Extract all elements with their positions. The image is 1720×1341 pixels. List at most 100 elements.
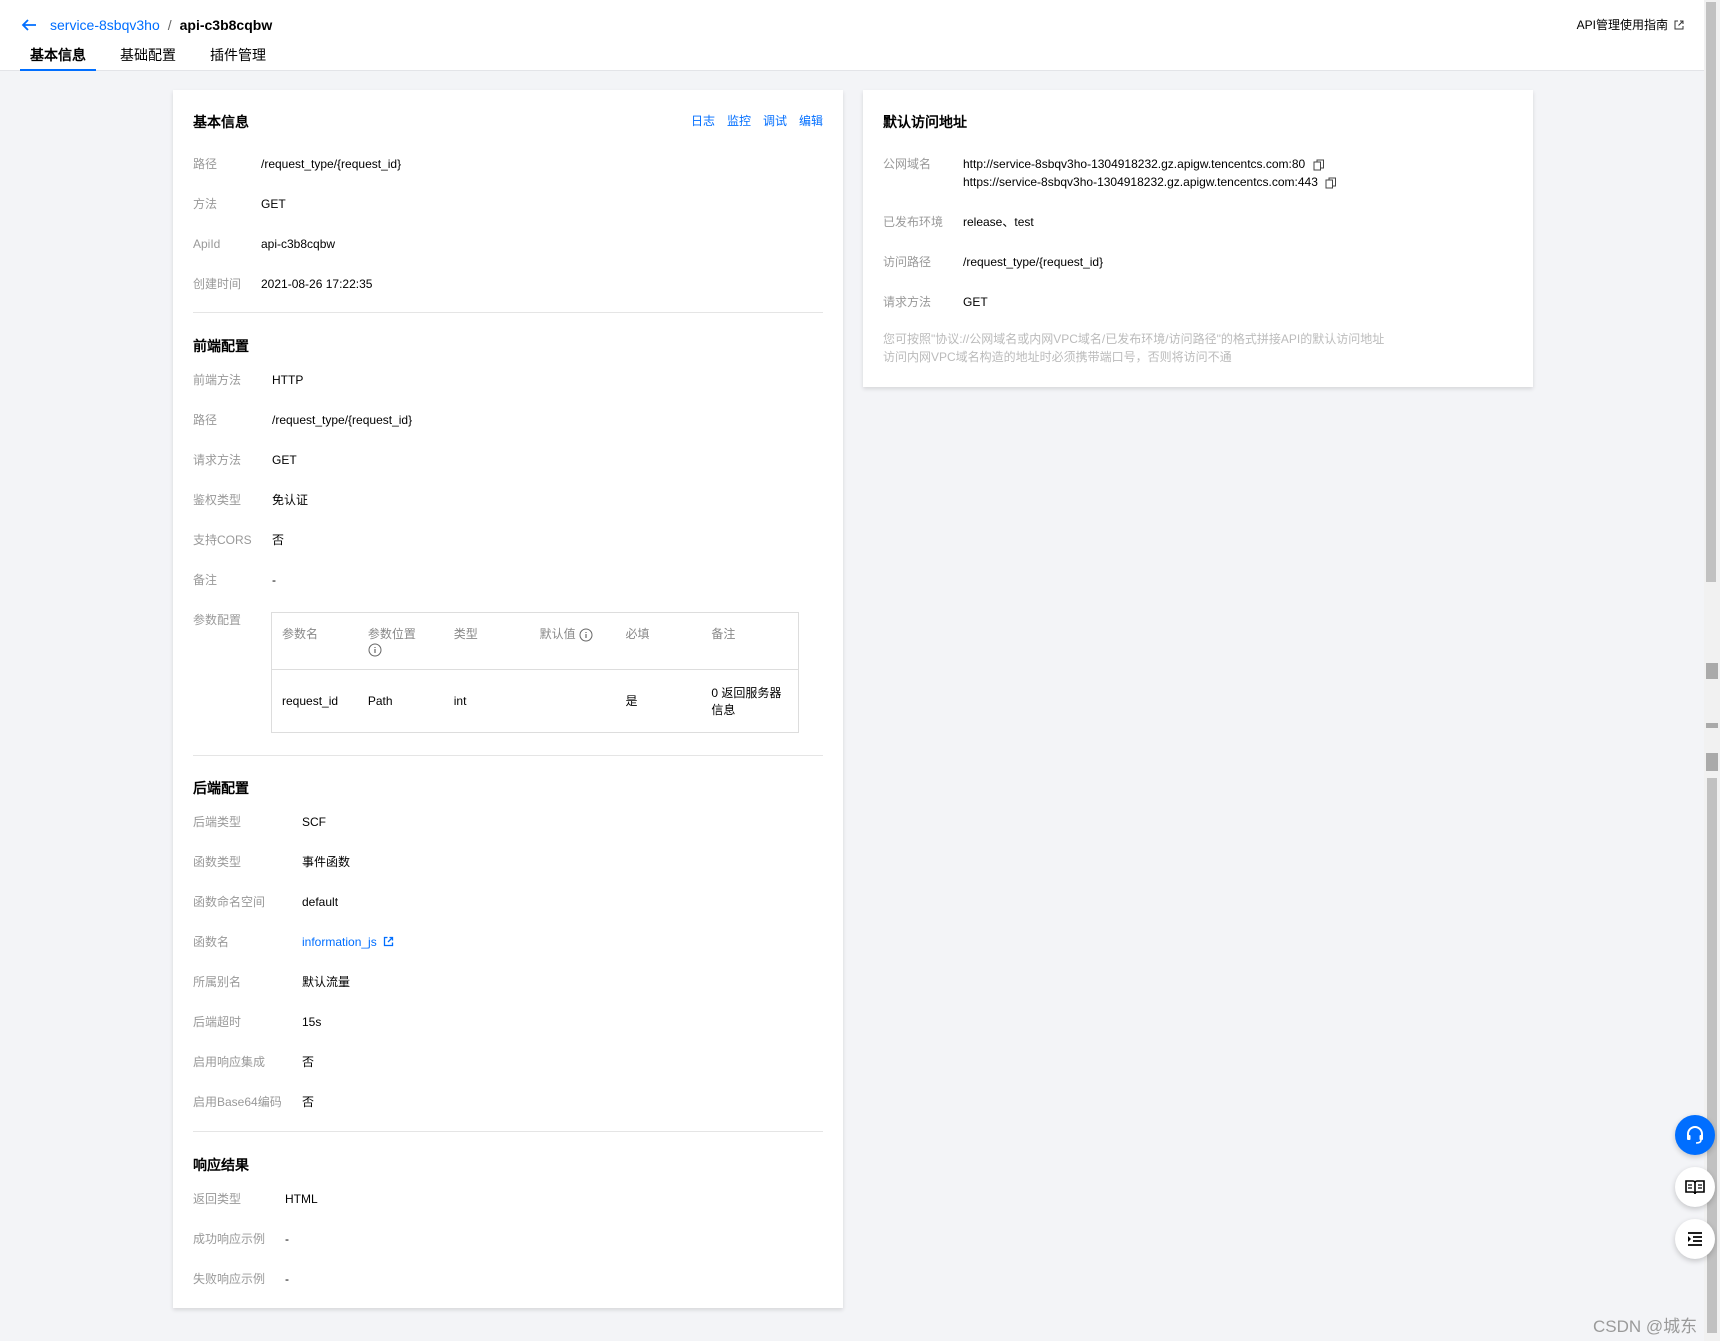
info-value: - — [285, 1272, 289, 1286]
tab-bar: 基本信息 基础配置 插件管理 — [20, 44, 290, 71]
function-name-text: information_js — [302, 935, 377, 949]
hint-line: 访问内网VPC域名构造的地址时必须携带端口号，否则将访问不通 — [883, 350, 1232, 364]
divider — [193, 755, 823, 756]
info-value: 否 — [272, 533, 285, 547]
domain-item: http://service-8sbqv3ho-1304918232.gz.ap… — [963, 156, 1337, 174]
info-value: default — [302, 895, 339, 909]
info-icon[interactable] — [579, 628, 593, 642]
info-label: 方法 — [193, 197, 218, 211]
backend-row: 后端超时 15s — [193, 1014, 321, 1030]
backend-row-function-name: 函数名 information_js — [193, 934, 394, 950]
info-row-apiid: ApiId api-c3b8cqbw — [193, 236, 335, 252]
info-value: /request_type/{request_id} — [963, 255, 1104, 269]
frontend-title: 前端配置 — [193, 338, 249, 354]
external-link-icon — [383, 936, 394, 947]
info-label: 请求方法 — [193, 453, 242, 467]
default-access-card: 默认访问地址 公网域名 http://service-8sbqv3ho-1304… — [863, 90, 1533, 387]
column-header-default: 默认值 — [529, 613, 616, 670]
column-header: 类型 — [443, 613, 530, 670]
tab-plugin-management[interactable]: 插件管理 — [200, 44, 276, 70]
response-title: 响应结果 — [193, 1157, 249, 1173]
info-row-method: 方法 GET — [193, 196, 286, 212]
tab-basic-info[interactable]: 基本信息 — [20, 44, 96, 71]
docs-button[interactable] — [1675, 1167, 1715, 1207]
scroll-marker — [1706, 753, 1718, 771]
backend-row: 函数类型 事件函数 — [193, 854, 350, 870]
frontend-row: 路径 /request_type/{request_id} — [193, 412, 412, 428]
info-row-created: 创建时间 2021-08-26 17:22:35 — [193, 276, 372, 292]
info-value: /request_type/{request_id} — [261, 157, 402, 171]
info-value: SCF — [302, 815, 326, 829]
list-indent-icon — [1688, 1232, 1702, 1246]
external-link-icon — [1674, 20, 1684, 29]
info-label: 所属别名 — [193, 975, 242, 989]
log-link[interactable]: 日志 — [691, 112, 715, 129]
frontend-row: 请求方法 GET — [193, 452, 297, 468]
scrollbar-thumb[interactable] — [1706, 2, 1716, 582]
table-row: request_id Path int 是 0 返回服务器信息 — [272, 669, 798, 732]
domain-list: http://service-8sbqv3ho-1304918232.gz.ap… — [963, 156, 1337, 192]
param-config-row: 参数配置 — [193, 612, 241, 628]
response-row: 失败响应示例 - — [193, 1271, 289, 1287]
book-icon — [1685, 1180, 1705, 1195]
top-bar: service-8sbqv3ho / api-c3b8cqbw API管理使用指… — [0, 0, 1704, 71]
monitor-link[interactable]: 监控 — [727, 112, 751, 129]
backend-row: 所属别名 默认流量 — [193, 974, 350, 990]
info-label: 路径 — [193, 413, 218, 427]
info-label: 请求方法 — [883, 295, 932, 309]
access-row: 访问路径 /request_type/{request_id} — [883, 254, 1103, 270]
info-value: 事件函数 — [302, 855, 351, 869]
info-value: release、test — [963, 215, 1034, 229]
info-icon[interactable] — [368, 643, 382, 657]
api-guide-link[interactable]: API管理使用指南 — [1577, 16, 1684, 33]
debug-link[interactable]: 调试 — [763, 112, 787, 129]
info-value: 否 — [302, 1055, 315, 1069]
breadcrumb-service-link[interactable]: service-8sbqv3ho — [50, 17, 160, 33]
back-arrow-icon[interactable] — [20, 16, 38, 34]
info-label: 路径 — [193, 157, 218, 171]
info-value: HTTP — [272, 373, 304, 387]
api-guide-label: API管理使用指南 — [1576, 18, 1668, 32]
info-value: 15s — [302, 1015, 322, 1029]
backend-row: 启用响应集成 否 — [193, 1054, 314, 1070]
hint-line: 您可按照"协议://公网域名或内网VPC域名/已发布环境/访问路径"的格式拼接A… — [883, 332, 1385, 346]
param-config-label: 参数配置 — [193, 613, 242, 627]
info-label: 已发布环境 — [883, 215, 944, 229]
info-value: - — [285, 1232, 289, 1246]
card-actions: 日志 监控 调试 编辑 — [679, 112, 823, 129]
info-value: 2021-08-26 17:22:35 — [261, 277, 373, 291]
divider — [193, 1131, 823, 1132]
access-row: 请求方法 GET — [883, 294, 988, 310]
copy-icon[interactable] — [1313, 159, 1325, 171]
edit-link[interactable]: 编辑 — [799, 112, 823, 129]
frontend-row: 备注 - — [193, 572, 276, 588]
function-name-link[interactable]: information_js — [302, 934, 394, 950]
param-required-cell: 是 — [625, 694, 638, 709]
info-label: 支持CORS — [193, 533, 252, 547]
customer-service-button[interactable] — [1675, 1115, 1715, 1155]
info-value: GET — [963, 295, 988, 309]
domain-value: https://service-8sbqv3ho-1304918232.gz.a… — [963, 175, 1318, 189]
backend-row: 函数命名空间 default — [193, 894, 338, 910]
param-table-header: 参数名 参数位置 类型 默认值 必填 备注 — [272, 613, 798, 670]
info-label: 失败响应示例 — [193, 1272, 266, 1286]
scroll-marker — [1706, 723, 1718, 728]
info-label: 后端类型 — [193, 815, 242, 829]
info-value: 免认证 — [272, 493, 309, 507]
info-label: 启用Base64编码 — [193, 1095, 282, 1109]
csdn-watermark: CSDN @城东 — [1593, 1317, 1698, 1336]
breadcrumb-separator: / — [167, 17, 172, 33]
info-label: 访问路径 — [883, 255, 932, 269]
column-header-label: 参数位置 — [367, 627, 416, 641]
column-header: 必填 — [615, 613, 702, 670]
outline-button[interactable] — [1675, 1219, 1715, 1259]
info-label: 公网域名 — [883, 157, 932, 171]
headset-icon — [1687, 1126, 1703, 1144]
column-header: 备注 — [701, 613, 798, 670]
copy-icon[interactable] — [1325, 177, 1337, 189]
param-position-cell: Path — [367, 693, 393, 708]
api-detail-card: 基本信息 日志 监控 调试 编辑 路径 /request_type/{reque… — [173, 90, 843, 1308]
info-value: HTML — [285, 1192, 318, 1206]
tab-basic-config[interactable]: 基础配置 — [110, 44, 186, 70]
info-label: 鉴权类型 — [193, 493, 242, 507]
